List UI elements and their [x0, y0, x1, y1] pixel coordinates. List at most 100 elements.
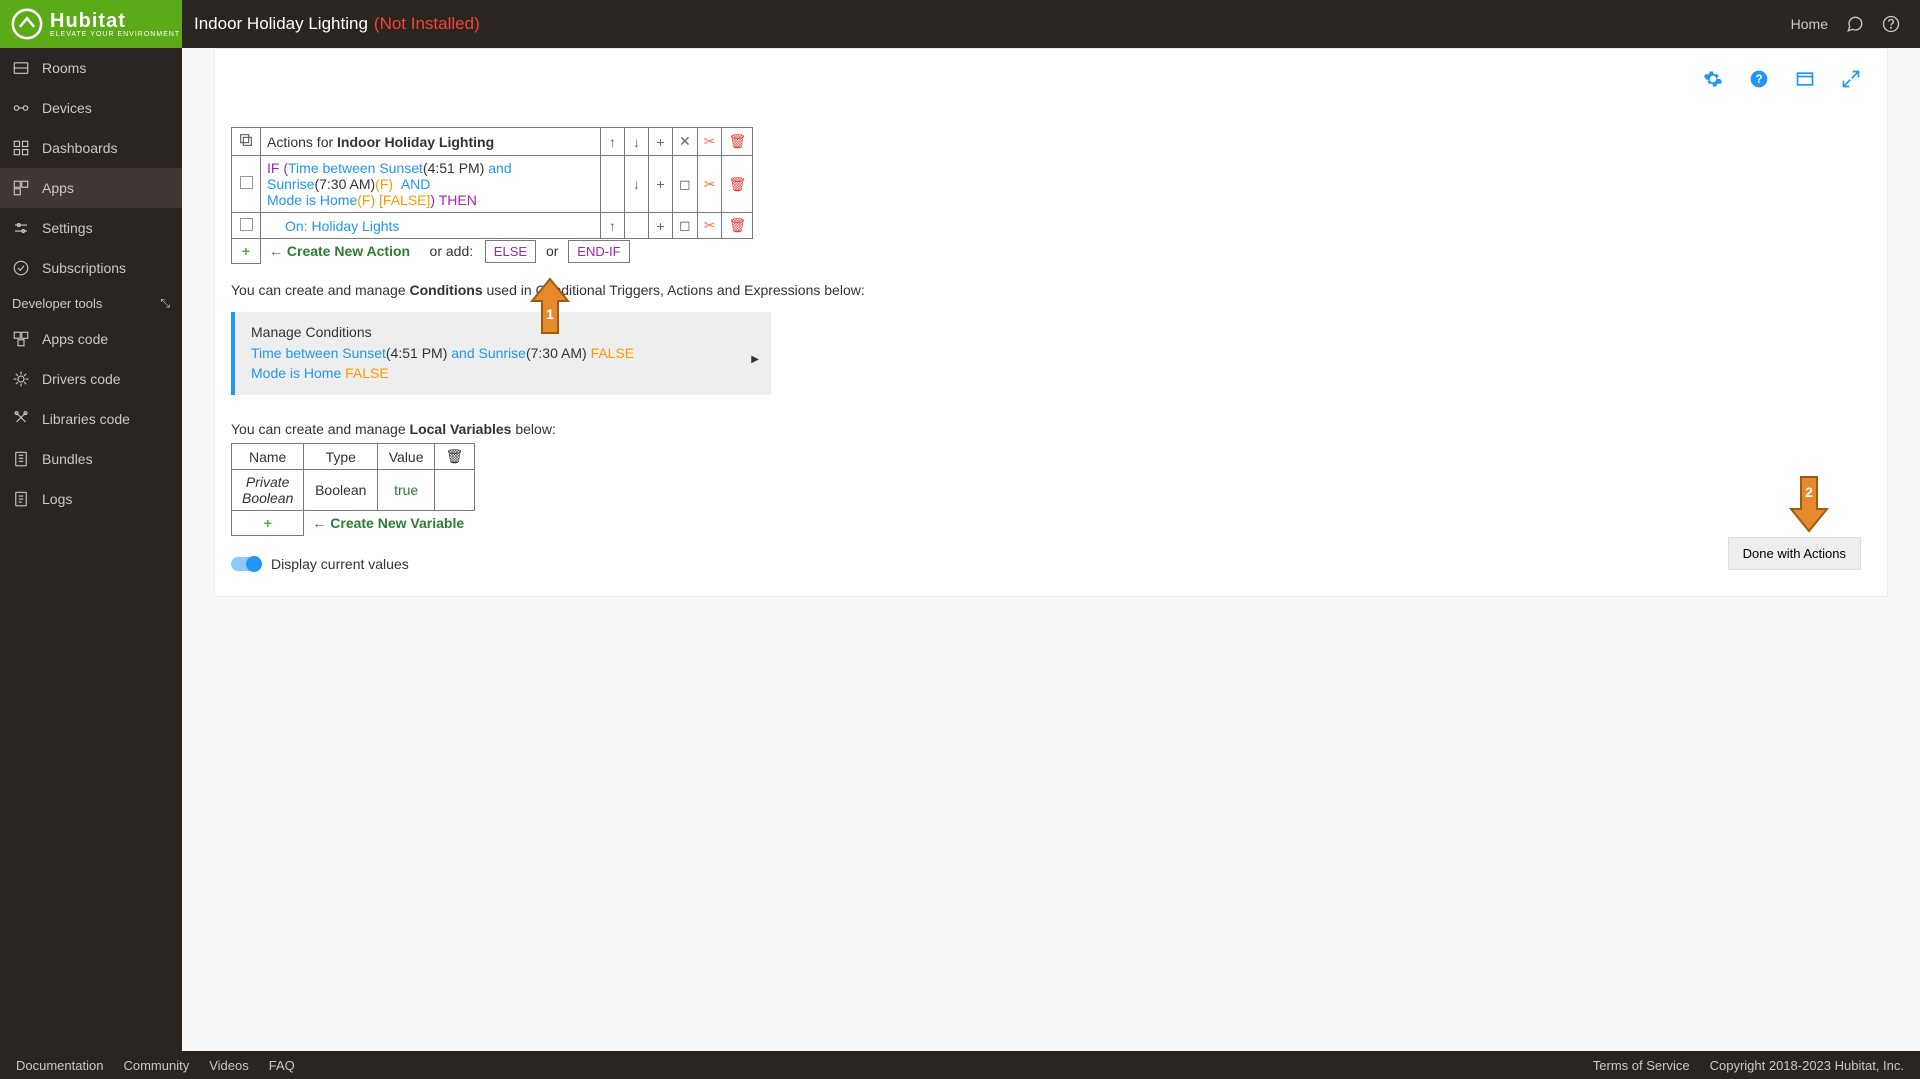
sidebar-item-label: Rooms [42, 60, 86, 76]
move-up-icon[interactable]: ↑ [601, 128, 625, 156]
devices-icon [12, 99, 30, 117]
trash-icon[interactable]: 🗑 [722, 128, 753, 156]
bundles-icon [12, 450, 30, 468]
tutorial-arrow-2: 2 [1787, 473, 1831, 536]
sidebar-item-apps-code[interactable]: Apps code [0, 319, 182, 359]
expand-icon[interactable] [1841, 69, 1861, 89]
sidebar-item-label: Logs [42, 491, 72, 507]
add-action-button[interactable]: + [232, 239, 261, 264]
action-row-if: IF (Time between Sunset(4:51 PM) and Sun… [232, 156, 753, 213]
stop-icon[interactable]: ◻ [673, 156, 698, 213]
trash-icon[interactable]: 🗑 [722, 156, 753, 213]
move-down-icon[interactable]: ↓ [625, 156, 649, 213]
copy-icon[interactable] [232, 128, 261, 156]
page-title-area: Indoor Holiday Lighting (Not Installed) [182, 14, 1791, 34]
sidebar-item-settings[interactable]: Settings [0, 208, 182, 248]
settings-icon [12, 219, 30, 237]
home-link[interactable]: Home [1791, 16, 1828, 32]
logs-icon [12, 490, 30, 508]
apps-code-icon [12, 330, 30, 348]
sidebar-item-label: Drivers code [42, 371, 121, 387]
hubitat-logo-icon [10, 7, 44, 41]
trash-icon[interactable]: 🗑 [722, 213, 753, 239]
cut-icon[interactable]: ✂ [697, 213, 722, 239]
sidebar-item-label: Subscriptions [42, 260, 126, 276]
create-new-action-link[interactable]: Create New Action [287, 243, 410, 259]
add-icon[interactable]: + [649, 213, 673, 239]
cut-icon[interactable]: ✂ [697, 156, 722, 213]
sidebar-item-label: Devices [42, 100, 92, 116]
manage-conditions-box[interactable]: Manage Conditions Time between Sunset(4:… [231, 312, 771, 395]
footer-link-faq[interactable]: FAQ [269, 1058, 295, 1073]
sidebar-item-dashboards[interactable]: Dashboards [0, 128, 182, 168]
stop-icon[interactable]: ◻ [673, 213, 698, 239]
sidebar-item-devices[interactable]: Devices [0, 88, 182, 128]
install-status: (Not Installed) [374, 14, 480, 34]
done-with-actions-button[interactable]: Done with Actions [1728, 537, 1861, 570]
sidebar-item-rooms[interactable]: Rooms [0, 48, 182, 88]
sidebar-item-label: Libraries code [42, 411, 130, 427]
actions-header: Actions for Indoor Holiday Lighting [261, 128, 601, 156]
delete-x-icon[interactable]: ✕ [673, 128, 698, 156]
gear-icon[interactable] [1703, 69, 1723, 89]
sidebar-item-bundles[interactable]: Bundles [0, 439, 182, 479]
add-icon[interactable]: + [649, 156, 673, 213]
action-row-on: On: Holiday Lights ↑ + ◻ ✂ 🗑 [232, 213, 753, 239]
help-icon[interactable] [1882, 15, 1900, 33]
footer: Documentation Community Videos FAQ Terms… [0, 1051, 1920, 1079]
add-icon[interactable]: + [649, 128, 673, 156]
chat-icon[interactable] [1846, 15, 1864, 33]
sidebar-item-label: Apps code [42, 331, 108, 347]
col-delete-icon[interactable]: 🗑 [435, 444, 475, 470]
content-card: ? Actions for Indoor Holiday Lighting ↑ … [214, 48, 1888, 597]
cut-icon[interactable]: ✂ [697, 128, 722, 156]
variables-hint: You can create and manage Local Variable… [231, 421, 1847, 437]
page-title: Indoor Holiday Lighting [194, 14, 368, 34]
collapse-icon: ⤡ [160, 296, 170, 311]
actions-table: Actions for Indoor Holiday Lighting ↑ ↓ … [231, 127, 753, 264]
svg-text:2: 2 [1805, 484, 1813, 500]
variables-table: Name Type Value 🗑 Private Boolean Boolea… [231, 443, 475, 536]
footer-link-videos[interactable]: Videos [209, 1058, 249, 1073]
var-type: Boolean [304, 470, 378, 511]
move-up-icon[interactable]: ↑ [601, 213, 625, 239]
footer-link-community[interactable]: Community [123, 1058, 189, 1073]
help-circle-icon[interactable]: ? [1749, 69, 1769, 89]
window-icon[interactable] [1795, 69, 1815, 89]
endif-button[interactable]: END-IF [568, 240, 629, 263]
add-variable-button[interactable]: + [232, 511, 304, 536]
sidebar-item-apps[interactable]: Apps [0, 168, 182, 208]
sidebar-item-drivers-code[interactable]: Drivers code [0, 359, 182, 399]
dashboards-icon [12, 139, 30, 157]
action-text[interactable]: IF (Time between Sunset(4:51 PM) and Sun… [261, 156, 601, 213]
manage-conditions-title: Manage Conditions [251, 324, 755, 340]
footer-copyright: Copyright 2018-2023 Hubitat, Inc. [1710, 1058, 1904, 1073]
conditions-hint: You can create and manage Conditions use… [231, 282, 1847, 298]
subscriptions-icon [12, 259, 30, 277]
action-text[interactable]: On: Holiday Lights [261, 213, 601, 239]
apps-icon [12, 179, 30, 197]
dev-tools-header[interactable]: Developer tools ⤡ [0, 288, 182, 319]
footer-link-terms[interactable]: Terms of Service [1593, 1058, 1690, 1073]
action-row-create: + ← Create New Action or add: ELSE or EN… [232, 239, 753, 264]
row-checkbox[interactable] [232, 213, 261, 239]
display-values-toggle[interactable] [231, 557, 261, 571]
create-new-variable-link[interactable]: Create New Variable [330, 515, 464, 531]
main-content: ? Actions for Indoor Holiday Lighting ↑ … [182, 48, 1920, 1051]
else-button[interactable]: ELSE [485, 240, 536, 263]
condition-line: Mode is Home FALSE [251, 364, 755, 384]
col-type: Type [304, 444, 378, 470]
expand-conditions-icon[interactable]: ▶ [751, 354, 759, 365]
sidebar-item-label: Bundles [42, 451, 93, 467]
sidebar-item-subscriptions[interactable]: Subscriptions [0, 248, 182, 288]
sidebar-item-logs[interactable]: Logs [0, 479, 182, 519]
drivers-code-icon [12, 370, 30, 388]
libraries-code-icon [12, 410, 30, 428]
logo[interactable]: Hubitat ELEVATE YOUR ENVIRONMENT [0, 0, 182, 48]
move-down-icon[interactable]: ↓ [625, 128, 649, 156]
sidebar-item-libraries-code[interactable]: Libraries code [0, 399, 182, 439]
footer-link-documentation[interactable]: Documentation [16, 1058, 103, 1073]
brand-name: Hubitat [50, 10, 180, 33]
svg-text:?: ? [1755, 73, 1762, 86]
row-checkbox[interactable] [232, 156, 261, 213]
